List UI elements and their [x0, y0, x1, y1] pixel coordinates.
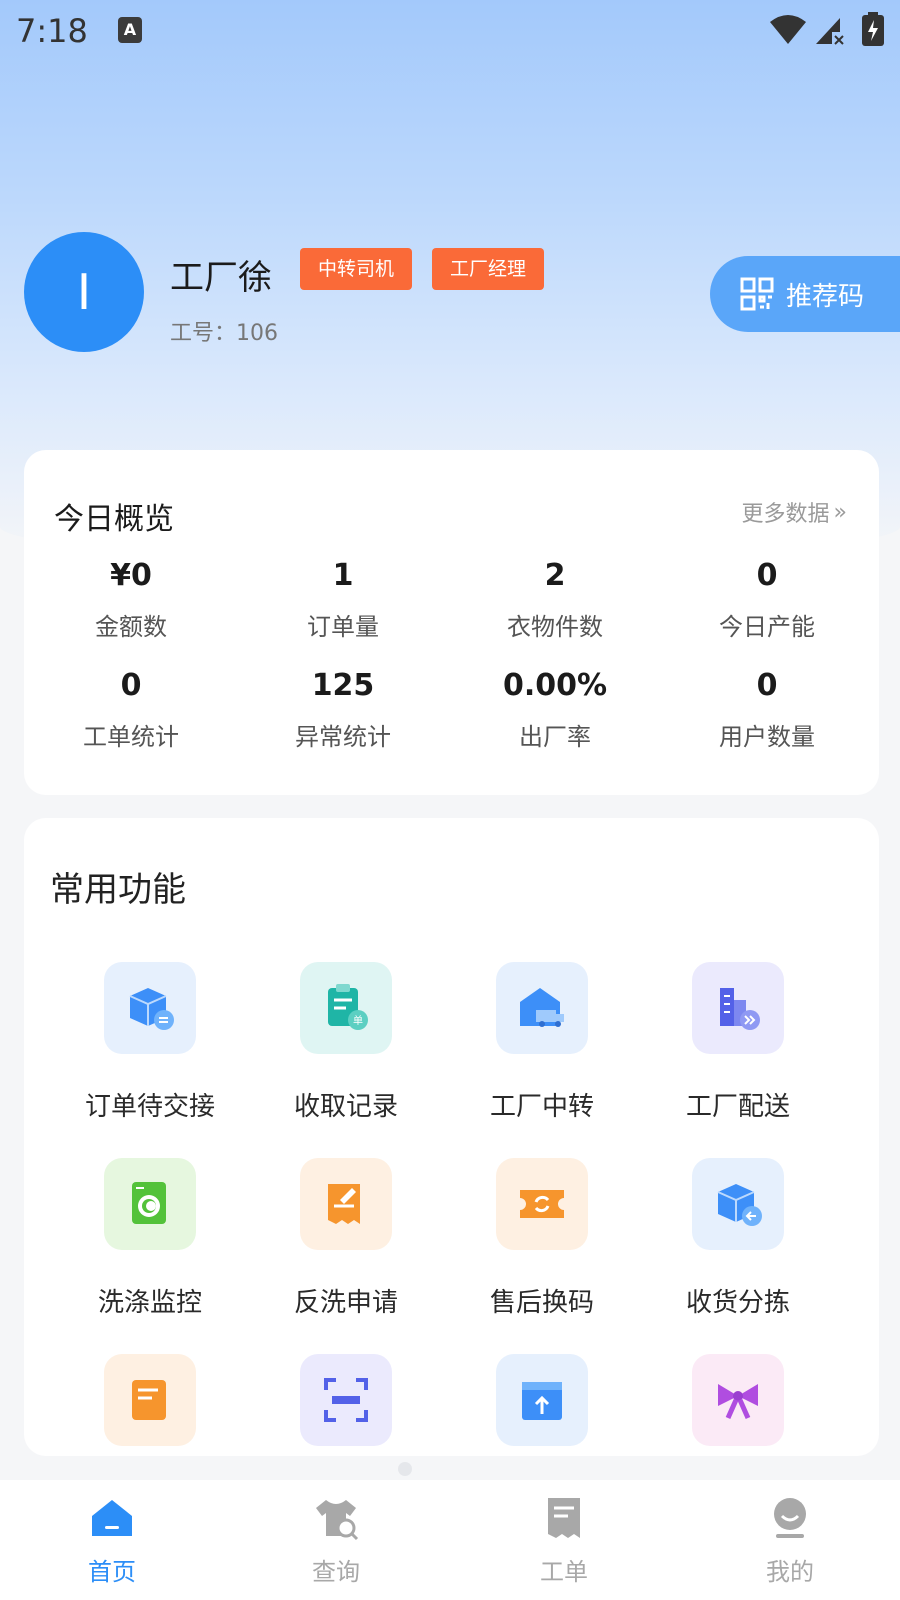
washing-machine-icon	[104, 1158, 196, 1250]
stat-work-orders[interactable]: 0 工单统计	[26, 668, 236, 752]
building-delivery-icon	[692, 962, 784, 1054]
status-time: 7:18	[16, 12, 88, 50]
stat-garments[interactable]: 2 衣物件数	[450, 558, 660, 642]
stat-label: 今日产能	[719, 613, 815, 641]
function-order-handover[interactable]: 订单待交接	[50, 962, 250, 1123]
bow-icon	[692, 1354, 784, 1446]
stat-dispatch-rate[interactable]: 0.00% 出厂率	[450, 668, 660, 752]
function-after-sales-code-change[interactable]: 售后换码	[442, 1158, 642, 1319]
home-icon	[92, 1500, 132, 1536]
stat-users[interactable]: 0 用户数量	[662, 668, 872, 752]
function-label: 反洗申请	[293, 1288, 398, 1318]
stat-capacity[interactable]: 0 今日产能	[662, 558, 872, 642]
status-bar: 7:18 A	[0, 0, 900, 60]
more-data-label: 更多数据	[741, 502, 830, 527]
function-box-upload[interactable]	[442, 1354, 642, 1456]
stat-exceptions[interactable]: 125 异常统计	[238, 668, 448, 752]
stat-value: 0.00%	[502, 668, 608, 703]
function-receiving-sorting[interactable]: 收货分拣	[638, 1158, 838, 1319]
function-document-forward[interactable]	[50, 1354, 250, 1456]
stat-value: 0	[756, 558, 778, 593]
stat-value: 1	[332, 558, 354, 593]
stat-label: 异常统计	[295, 723, 391, 751]
function-scan[interactable]	[246, 1354, 446, 1456]
qr-code-icon	[740, 277, 774, 311]
function-washing-monitor[interactable]: 洗涤监控	[50, 1158, 250, 1319]
package-receive-icon	[692, 1158, 784, 1250]
stat-value: 2	[544, 558, 566, 593]
svg-text:单: 单	[353, 1015, 363, 1027]
nav-mine[interactable]: 我的	[720, 1494, 860, 1587]
stat-value: ¥0	[110, 558, 152, 593]
clipboard-order-icon: 单	[300, 962, 392, 1054]
nav-label: 我的	[766, 1558, 814, 1586]
function-factory-delivery[interactable]: 工厂配送	[638, 962, 838, 1123]
scan-icon	[300, 1354, 392, 1446]
function-label: 工厂中转	[489, 1092, 594, 1122]
receipt-icon	[548, 1498, 580, 1538]
employee-number: 工号：106	[170, 321, 278, 346]
receipt-edit-icon	[300, 1158, 392, 1250]
page-indicator-dot	[398, 1462, 412, 1476]
stat-label: 金额数	[95, 613, 167, 641]
function-label: 收货分拣	[685, 1288, 790, 1318]
warehouse-truck-icon	[496, 962, 588, 1054]
document-forward-icon	[104, 1354, 196, 1446]
nav-query[interactable]: 查询	[266, 1494, 406, 1587]
stat-value: 0	[756, 668, 778, 703]
stat-label: 订单量	[307, 613, 379, 641]
double-chevron-right-icon: »	[833, 499, 847, 525]
function-label: 洗涤监控	[97, 1288, 202, 1318]
battery-charging-icon	[862, 12, 884, 46]
today-overview-card: 今日概览 更多数据 » ¥0 金额数 1 订单量 2 衣物件数 0 今日产能 0…	[24, 450, 879, 795]
stat-value: 0	[120, 668, 142, 703]
stat-label: 衣物件数	[507, 613, 603, 641]
function-factory-transfer[interactable]: 工厂中转	[442, 962, 642, 1123]
function-label: 收取记录	[293, 1092, 398, 1122]
package-transfer-icon	[104, 962, 196, 1054]
nav-work-order[interactable]: 工单	[494, 1494, 634, 1587]
function-label: 工厂配送	[685, 1092, 790, 1122]
shirt-search-icon	[316, 1500, 359, 1541]
wifi-icon	[770, 15, 806, 44]
box-upload-icon	[496, 1354, 588, 1446]
user-face-icon	[774, 1498, 806, 1538]
stat-orders[interactable]: 1 订单量	[238, 558, 448, 642]
more-data-link[interactable]: 更多数据 »	[742, 496, 847, 528]
role-badge-factory-manager: 工厂经理	[432, 248, 545, 290]
nav-label: 首页	[88, 1558, 136, 1586]
function-gift[interactable]	[638, 1354, 838, 1456]
stat-label: 用户数量	[719, 723, 815, 751]
notification-a-icon: A	[118, 17, 142, 43]
overview-title: 今日概览	[54, 502, 174, 537]
ticket-exchange-icon	[496, 1158, 588, 1250]
stat-value: 125	[311, 668, 375, 703]
nav-home[interactable]: 首页	[42, 1494, 182, 1587]
signal-icon	[816, 18, 844, 45]
stat-label: 工单统计	[83, 723, 179, 751]
avatar[interactable]: I	[24, 232, 144, 352]
stat-label: 出厂率	[519, 723, 591, 751]
function-collection-records[interactable]: 单 收取记录	[246, 962, 446, 1123]
function-label: 订单待交接	[84, 1092, 215, 1122]
functions-title: 常用功能	[50, 870, 186, 910]
nav-label: 工单	[540, 1558, 588, 1586]
function-rewash-request[interactable]: 反洗申请	[246, 1158, 446, 1319]
common-functions-card: 常用功能 订单待交接 单 收取记录 工厂中转 工厂配送 洗涤监控 反洗申请 售后…	[24, 818, 879, 1456]
bottom-navigation: 首页 查询 工单 我的	[0, 1480, 900, 1600]
nav-label: 查询	[312, 1558, 360, 1586]
stat-amount[interactable]: ¥0 金额数	[26, 558, 236, 642]
referral-code-label: 推荐码	[786, 281, 865, 312]
referral-code-button[interactable]: 推荐码	[710, 256, 900, 332]
user-name: 工厂徐	[170, 258, 272, 298]
role-badge-transfer-driver: 中转司机	[300, 248, 413, 290]
function-label: 售后换码	[489, 1288, 594, 1318]
